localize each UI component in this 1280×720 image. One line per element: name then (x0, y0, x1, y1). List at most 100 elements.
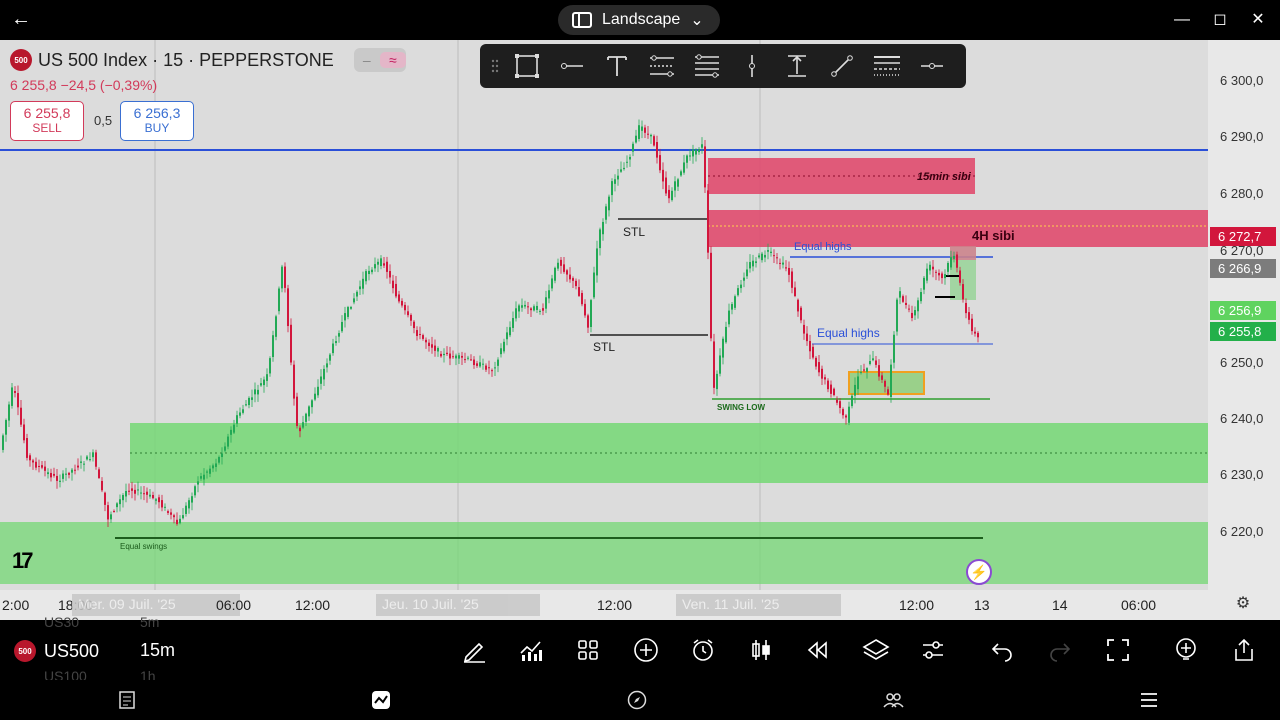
alarm-clock-icon[interactable] (689, 636, 717, 664)
candle-body (746, 269, 748, 277)
compass-icon[interactable] (627, 690, 649, 710)
candle-body (323, 368, 325, 380)
candle-body (620, 169, 622, 172)
candle-body (230, 429, 232, 435)
settings-sliders-icon[interactable] (919, 636, 947, 664)
candle-body (503, 341, 505, 352)
wave-icon[interactable]: ≈ (379, 52, 406, 68)
candlestick-icon[interactable] (747, 636, 775, 664)
maximize-icon[interactable]: ◻ (1210, 10, 1230, 30)
trend-line-icon[interactable] (819, 46, 864, 86)
label-equal-highs-2: Equal highs (817, 326, 880, 340)
candle-body (623, 167, 625, 170)
menu-icon[interactable] (1139, 690, 1161, 710)
symbol-header[interactable]: 500 US 500 Index · 15 · PEPPERSTONE – ≈ (10, 48, 406, 72)
minus-icon[interactable]: – (354, 52, 380, 68)
settings-gear-icon[interactable]: ⚙ (1233, 593, 1253, 613)
candle-body (851, 395, 853, 407)
fullscreen-icon[interactable] (1104, 636, 1132, 664)
add-circle-icon[interactable] (632, 636, 660, 664)
candle-body (374, 264, 376, 269)
indicators-icon[interactable] (517, 636, 545, 664)
price-axis[interactable]: 6 300,0 6 290,0 6 280,0 6 270,0 6 250,0 … (1208, 40, 1280, 620)
sell-label: SELL (32, 121, 62, 135)
candle-body (539, 310, 541, 312)
horizontal-ray-icon[interactable] (549, 46, 594, 86)
candle-body (872, 358, 874, 361)
text-tool-icon[interactable] (594, 46, 639, 86)
candle-body (767, 250, 769, 252)
chart-area[interactable]: 15min sibi 4H sibi STL STL Equal highs E… (0, 40, 1280, 620)
candle-body (38, 465, 40, 467)
candle-body (902, 296, 904, 302)
chart-nav-icon[interactable] (371, 690, 393, 710)
candle-body (416, 330, 418, 336)
watchlist-icon[interactable] (118, 690, 140, 710)
line-style-icon[interactable] (864, 46, 909, 86)
candle-body (740, 284, 742, 289)
candle-body (677, 179, 679, 187)
add-alert-icon[interactable] (1172, 636, 1200, 664)
time-label: 12:00 (597, 597, 633, 613)
orientation-button[interactable]: Landscape ⌄ (558, 5, 720, 35)
share-icon[interactable] (1230, 636, 1258, 664)
chart-toggle[interactable]: – ≈ (353, 48, 406, 72)
candle-body (866, 368, 868, 372)
candle-body (440, 353, 442, 357)
candle-body (494, 367, 496, 369)
undo-icon[interactable] (988, 636, 1016, 664)
candle-body (629, 156, 631, 160)
candle-body (281, 266, 283, 289)
candle-body (668, 189, 670, 199)
community-icon[interactable] (882, 690, 904, 710)
drawing-toolbar (480, 44, 966, 88)
candle-body (110, 514, 112, 520)
time-axis[interactable]: 2:00 18:00 Mer. 09 Juil. '25 06:00 12:00… (0, 590, 1208, 620)
back-arrow-icon[interactable]: ← (10, 8, 32, 30)
price-tick: 6 240,0 (1220, 411, 1264, 426)
fib-retracement-icon[interactable] (684, 46, 729, 86)
layers-icon[interactable] (862, 636, 890, 664)
buy-button[interactable]: 6 256,3 BUY (120, 101, 194, 141)
redo-icon[interactable] (1046, 636, 1074, 664)
candle-body (695, 149, 697, 155)
candle-body (338, 333, 340, 337)
rectangle-tool-icon[interactable] (504, 46, 549, 86)
candle-body (368, 270, 370, 275)
vertical-line-icon[interactable] (729, 46, 774, 86)
parallel-channel-icon[interactable] (639, 46, 684, 86)
candle-body (359, 286, 361, 290)
candle-body (284, 266, 286, 288)
candle-body (149, 494, 151, 497)
chevron-down-icon: ⌄ (690, 12, 704, 29)
candle-body (251, 397, 253, 400)
timeframe-selector[interactable]: 15m (140, 640, 175, 661)
candle-body (770, 251, 772, 253)
more-tools-icon[interactable] (909, 46, 954, 86)
candle-body (578, 287, 580, 296)
drag-handle-icon[interactable] (486, 46, 504, 86)
sell-button[interactable]: 6 255,8 SELL (10, 101, 84, 141)
layout-grid-icon[interactable] (574, 636, 602, 664)
candle-body (410, 314, 412, 321)
symbol-selector[interactable]: 500 US500 (14, 640, 99, 662)
candle-body (518, 305, 520, 312)
close-icon[interactable]: ✕ (1248, 10, 1268, 30)
lightning-icon[interactable]: ⚡ (966, 559, 992, 585)
minimize-icon[interactable]: — (1172, 10, 1192, 30)
candle-body (809, 340, 811, 352)
candle-body (638, 125, 640, 139)
candle-body (899, 291, 901, 298)
replay-icon[interactable] (804, 636, 832, 664)
candle-body (545, 297, 547, 309)
candle-body (515, 308, 517, 319)
candle-body (74, 469, 76, 471)
pencil-icon[interactable] (460, 636, 488, 664)
candle-body (356, 291, 358, 297)
candle-body (398, 294, 400, 302)
price-range-icon[interactable] (774, 46, 819, 86)
candle-body (590, 300, 592, 327)
candle-body (509, 327, 511, 336)
candle-body (830, 384, 832, 394)
price-change: 6 255,8 −24,5 (−0,39%) (10, 77, 158, 93)
